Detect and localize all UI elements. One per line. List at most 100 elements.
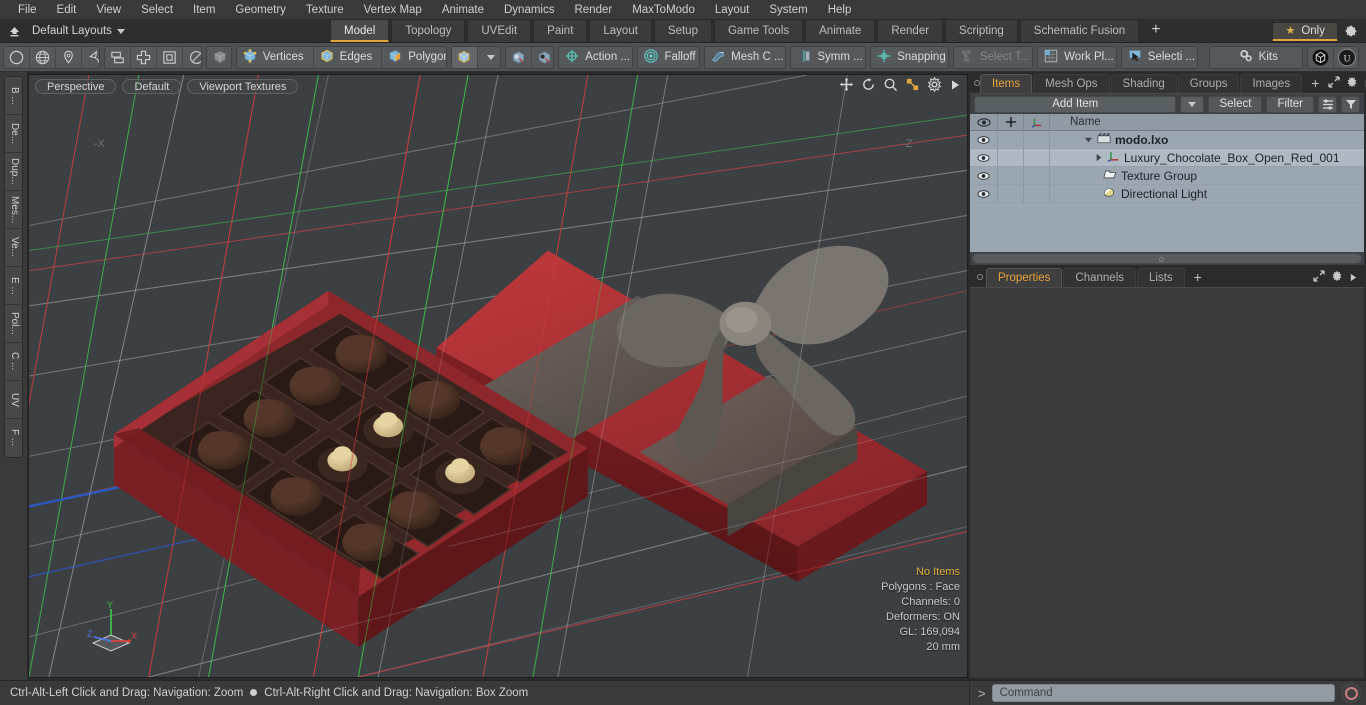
tab-model[interactable]: Model xyxy=(330,19,390,42)
menu-item-geometry[interactable]: Geometry xyxy=(225,0,296,20)
menu-item-texture[interactable]: Texture xyxy=(296,0,354,20)
menu-item-file[interactable]: File xyxy=(8,0,47,20)
table-row[interactable]: Directional Light xyxy=(970,184,1364,203)
selection-sets-button[interactable]: Selecti ... xyxy=(1122,47,1198,68)
tab-render[interactable]: Render xyxy=(877,19,944,42)
snapping-button[interactable]: Snapping xyxy=(871,47,948,68)
mesh-constraint-button[interactable]: Mesh C ... xyxy=(705,47,785,68)
axis-gizmo[interactable]: X Y Z xyxy=(81,597,143,659)
viewport-shading-preset[interactable]: Default xyxy=(122,78,182,94)
row-visibility-toggle[interactable] xyxy=(970,184,998,203)
row-visibility-toggle[interactable] xyxy=(970,148,998,167)
menu-item-vertex-map[interactable]: Vertex Map xyxy=(354,0,432,20)
circle-icon[interactable] xyxy=(4,46,30,68)
menu-item-maxtomodo[interactable]: MaxToModo xyxy=(622,0,705,20)
action-center-button[interactable]: Action ... xyxy=(559,47,632,68)
expand-triangle-icon[interactable] xyxy=(1084,133,1093,147)
pen-icon[interactable] xyxy=(56,46,82,68)
row-visibility-toggle[interactable] xyxy=(970,130,998,149)
viewport-display-mode[interactable]: Viewport Textures xyxy=(187,78,299,94)
menu-item-animate[interactable]: Animate xyxy=(432,0,494,20)
row-name-cell[interactable]: modo.lxo xyxy=(1050,131,1364,149)
move-icon[interactable] xyxy=(131,46,158,68)
tab-scripting[interactable]: Scripting xyxy=(945,19,1018,42)
select-through-button[interactable]: Select T... xyxy=(954,47,1032,68)
list-options-icon[interactable] xyxy=(1318,95,1337,113)
menu-item-view[interactable]: View xyxy=(86,0,131,20)
rotate-view-icon[interactable] xyxy=(861,77,876,95)
add-tab-button[interactable]: + xyxy=(1141,19,1170,42)
work-plane-button[interactable]: Work Pl... xyxy=(1038,47,1116,68)
left-tab-curve[interactable]: C ... xyxy=(5,343,22,381)
falloff-button[interactable]: Falloff xyxy=(638,47,699,68)
panel-play-icon[interactable] xyxy=(1349,271,1358,285)
left-tab-edge[interactable]: E ... xyxy=(5,267,22,305)
row-visibility-toggle[interactable] xyxy=(970,166,998,185)
left-tab-polygon[interactable]: Pol... xyxy=(5,305,22,343)
tab-layout[interactable]: Layout xyxy=(589,19,652,42)
menu-item-dynamics[interactable]: Dynamics xyxy=(494,0,564,20)
command-input[interactable]: Command xyxy=(991,684,1335,702)
left-tab-uv[interactable]: UV xyxy=(5,381,22,419)
center-cube-icon[interactable] xyxy=(506,46,532,68)
tab-schematic-fusion[interactable]: Schematic Fusion xyxy=(1019,19,1140,42)
table-row[interactable]: modo.lxo xyxy=(970,130,1364,149)
items-icon[interactable] xyxy=(451,46,478,68)
tab-topology[interactable]: Topology xyxy=(391,19,466,42)
add-item-dropdown[interactable] xyxy=(1180,95,1205,113)
layout-selector[interactable]: Default Layouts xyxy=(24,25,133,37)
menu-item-select[interactable]: Select xyxy=(131,0,183,20)
viewport-view-mode[interactable]: Perspective xyxy=(35,78,117,94)
expand-triangle-icon[interactable] xyxy=(1094,151,1103,165)
menu-item-help[interactable]: Help xyxy=(818,0,862,20)
align-icon[interactable] xyxy=(105,46,132,68)
symmetry-button[interactable]: Symm ... xyxy=(791,47,865,68)
tab-paint[interactable]: Paint xyxy=(533,19,588,42)
mode-vertices-button[interactable]: Vertices xyxy=(237,46,314,68)
scrollbar-grip[interactable] xyxy=(1159,257,1165,262)
move-view-icon[interactable] xyxy=(839,77,854,95)
menu-item-system[interactable]: System xyxy=(759,0,817,20)
chevron-down-icon[interactable] xyxy=(478,47,500,68)
menu-item-item[interactable]: Item xyxy=(183,0,225,20)
row-name-cell[interactable]: Directional Light xyxy=(1050,185,1364,203)
left-tab-mesh[interactable]: Mes... xyxy=(5,191,22,229)
filter-button[interactable]: Filter xyxy=(1266,95,1314,113)
add-item-button[interactable]: Add Item xyxy=(974,95,1177,113)
tab-groups[interactable]: Groups xyxy=(1177,74,1240,93)
left-tab-fusion[interactable]: F ... xyxy=(5,419,22,457)
tab-shading[interactable]: Shading xyxy=(1110,74,1177,93)
tab-animate[interactable]: Animate xyxy=(805,19,876,42)
tab-properties[interactable]: Properties xyxy=(986,268,1063,287)
left-tab-duplicate[interactable]: Dup... xyxy=(5,153,22,191)
table-row[interactable]: Texture Group xyxy=(970,166,1364,185)
add-panel-tab-button[interactable]: + xyxy=(1303,74,1327,93)
unreal-icon[interactable]: U xyxy=(1334,47,1358,68)
tab-channels[interactable]: Channels xyxy=(1063,268,1137,287)
tab-images[interactable]: Images xyxy=(1240,74,1303,93)
tab-lists[interactable]: Lists xyxy=(1137,268,1185,287)
tab-uvedit[interactable]: UVEdit xyxy=(467,19,532,42)
select-button[interactable]: Select xyxy=(1208,95,1263,113)
panel-gear-icon[interactable] xyxy=(1331,270,1343,285)
perspective-viewport[interactable]: -X -Z Perspective Default Viewport Textu… xyxy=(28,74,968,678)
table-row[interactable]: Luxury_Chocolate_Box_Open_Red_001 xyxy=(970,148,1364,167)
filter-funnel-icon[interactable] xyxy=(1341,95,1360,113)
gear-icon[interactable] xyxy=(1342,22,1360,40)
globe-icon[interactable] xyxy=(30,46,56,68)
menu-item-render[interactable]: Render xyxy=(564,0,622,20)
items-tree[interactable]: modo.lxo Luxury_Chocolate_Box_Open_Red_0… xyxy=(970,130,1364,252)
left-tab-deform[interactable]: De... xyxy=(5,115,22,153)
rotate-icon[interactable] xyxy=(183,47,201,68)
tab-game-tools[interactable]: Game Tools xyxy=(713,19,804,42)
tab-setup[interactable]: Setup xyxy=(653,19,712,42)
add-properties-tab-button[interactable]: + xyxy=(1186,268,1210,287)
only-toggle-button[interactable]: ★ Only xyxy=(1272,21,1338,41)
unity-icon[interactable] xyxy=(1308,46,1334,68)
row-name-cell[interactable]: Texture Group xyxy=(1050,167,1364,185)
fit-view-icon[interactable] xyxy=(905,77,920,95)
mode-polygons-button[interactable]: Polygons xyxy=(382,47,446,68)
kits-button[interactable]: Kits xyxy=(1210,47,1302,68)
settings-icon[interactable] xyxy=(927,76,942,95)
polygon-pen-icon[interactable] xyxy=(82,47,100,68)
